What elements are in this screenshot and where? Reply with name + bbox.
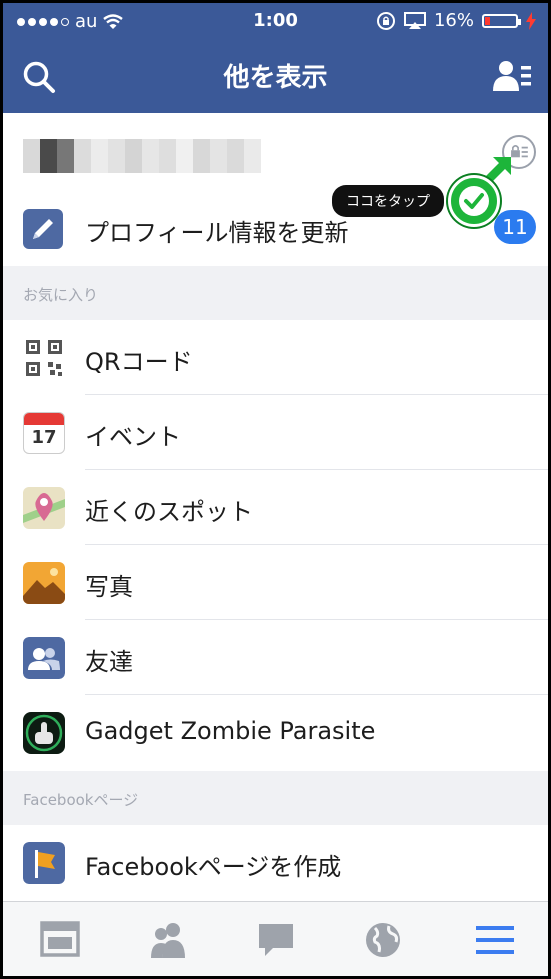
list-item-app[interactable]: Gadget Zombie Parasite	[3, 695, 548, 770]
list-item-label: Gadget Zombie Parasite	[85, 717, 376, 745]
list-item-label: QRコード	[85, 348, 193, 376]
pencil-icon	[23, 209, 63, 249]
calendar-day: 17	[31, 427, 57, 448]
app-icon	[23, 712, 65, 754]
section-title: お気に入り	[23, 286, 99, 304]
list-item-events[interactable]: 17 イベント	[3, 395, 548, 470]
tap-here-tooltip: ココをタップ	[332, 185, 444, 217]
status-right: 16%	[376, 10, 536, 31]
battery-icon	[482, 13, 521, 28]
favorites-section-header: お気に入り	[3, 266, 548, 320]
notification-count-badge: 11	[494, 210, 536, 244]
status-bar: au 1:00 16%	[3, 3, 548, 37]
update-profile-label: プロフィール情報を更新	[85, 219, 349, 247]
facebook-pages-section-header: Facebookページ	[3, 771, 548, 825]
list-item-photos[interactable]: 写真	[3, 545, 548, 620]
check-icon	[448, 175, 500, 227]
charging-bolt-icon	[526, 11, 536, 30]
photo-icon	[23, 562, 65, 604]
friend-requests-icon[interactable]	[492, 57, 532, 97]
list-item-label: Facebookページを作成	[85, 853, 342, 881]
list-item-nearby-places[interactable]: 近くのスポット	[3, 470, 548, 545]
messages-icon[interactable]	[255, 920, 299, 960]
friends-icon	[23, 637, 65, 679]
list-item-label: イベント	[85, 423, 181, 451]
tab-bar	[3, 901, 548, 976]
map-pin-icon	[23, 487, 65, 529]
list-item-qr-code[interactable]: QRコード	[3, 320, 548, 395]
page-title: 他を表示	[223, 63, 328, 93]
airplay-icon	[403, 11, 426, 29]
nav-bar: 他を表示	[3, 37, 548, 113]
list-item-create-page[interactable]: Facebookページを作成	[3, 825, 548, 900]
news-feed-icon[interactable]	[39, 920, 83, 960]
qr-code-icon	[23, 337, 65, 379]
friends-tab-icon[interactable]	[147, 920, 191, 960]
rotation-lock-icon	[376, 11, 395, 30]
list-item-label: 近くのスポット	[85, 498, 253, 526]
calendar-icon: 17	[23, 412, 65, 454]
blurred-profile-name	[23, 139, 261, 173]
top-bar: au 1:00 16% 他を表示	[3, 3, 548, 113]
section-title: Facebookページ	[23, 791, 139, 809]
list-item-friends[interactable]: 友達	[3, 620, 548, 695]
create-page-icon	[23, 842, 65, 884]
app-screen: au 1:00 16% 他を表示 プロフィール情報を更新 11 ココをタップ お…	[3, 3, 548, 976]
notifications-globe-icon[interactable]	[363, 920, 407, 960]
more-menu-icon[interactable]	[473, 920, 517, 960]
list-item-label: 友達	[85, 648, 133, 676]
battery-percent: 16%	[433, 10, 474, 31]
list-item-label: 写真	[85, 573, 133, 601]
